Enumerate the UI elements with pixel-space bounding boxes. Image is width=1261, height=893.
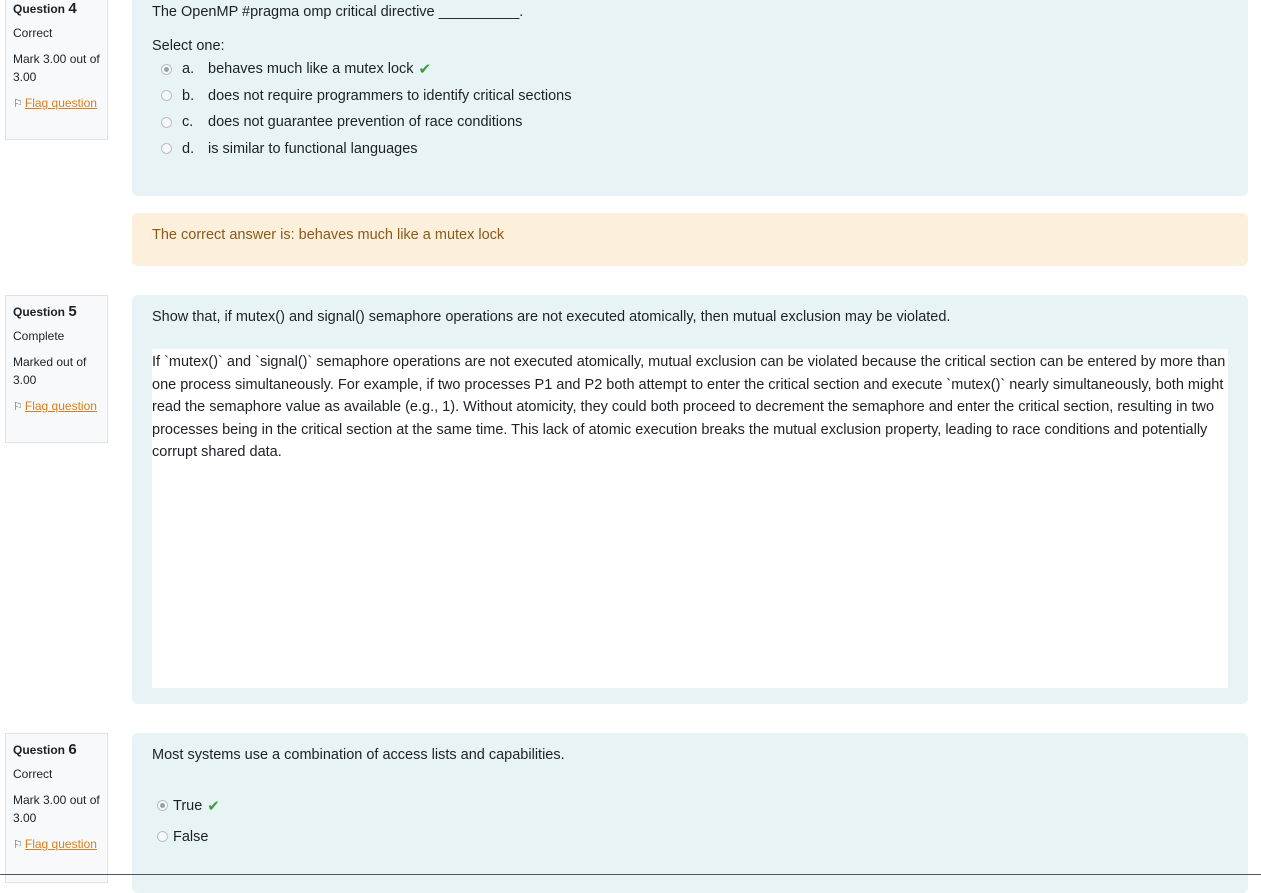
- radio-button[interactable]: [161, 63, 172, 75]
- option-letter: b.: [182, 87, 195, 104]
- question-grade: Mark 3.00 out of 3.00: [13, 793, 100, 825]
- flag-icon: ⚐: [13, 98, 23, 110]
- flag-question-link[interactable]: ⚐ Flag question: [13, 835, 100, 854]
- question-text: The OpenMP #pragma omp critical directiv…: [152, 4, 524, 20]
- question-text: Show that, if mutex() and signal() semap…: [152, 309, 951, 325]
- select-one-label: Select one:: [152, 38, 225, 54]
- bottom-divider: [0, 874, 1261, 875]
- correct-answer-feedback: The correct answer is: behaves much like…: [132, 213, 1248, 266]
- question-number: Question 5: [13, 303, 77, 320]
- option-label: False: [173, 828, 209, 845]
- check-mark-icon: ✔: [418, 61, 432, 79]
- answer-option-false[interactable]: False: [152, 821, 1228, 852]
- answer-option-c[interactable]: c. does not guarantee prevention of race…: [152, 109, 1228, 136]
- option-letter: d.: [182, 140, 195, 157]
- flag-icon: ⚐: [13, 401, 23, 413]
- question-state: Complete: [13, 329, 65, 343]
- radio-button[interactable]: [161, 116, 172, 128]
- radio-button[interactable]: [161, 143, 172, 155]
- flag-question-link[interactable]: ⚐ Flag question: [13, 397, 100, 416]
- answer-option-true[interactable]: True ✔: [152, 790, 1228, 821]
- essay-answer-text[interactable]: If `mutex()` and `signal()` semaphore op…: [152, 349, 1228, 688]
- option-label: does not require programmers to identify…: [208, 87, 572, 104]
- radio-button[interactable]: [157, 831, 168, 842]
- option-label: True: [173, 797, 203, 814]
- question-grade: Marked out of 3.00: [13, 355, 87, 387]
- flag-question-link[interactable]: ⚐ Flag question: [13, 94, 100, 113]
- question-formulation-6: Most systems use a combination of access…: [132, 733, 1248, 893]
- option-letter: c.: [182, 114, 194, 131]
- question-info-6: Question 6 Correct Mark 3.00 out of 3.00…: [5, 733, 108, 883]
- question-text: Most systems use a combination of access…: [152, 747, 565, 763]
- answer-option-b[interactable]: b. does not require programmers to ident…: [152, 83, 1228, 110]
- question-grade: Mark 3.00 out of 3.00: [13, 52, 100, 84]
- question-number: Question 6: [13, 741, 77, 758]
- question-state: Correct: [13, 767, 53, 781]
- question-info-5: Question 5 Complete Marked out of 3.00 ⚐…: [5, 295, 108, 443]
- radio-button[interactable]: [161, 90, 172, 102]
- answer-option-a[interactable]: a. behaves much like a mutex lock ✔: [152, 56, 1228, 83]
- option-label: behaves much like a mutex lock: [208, 61, 414, 78]
- option-label: does not guarantee prevention of race co…: [208, 114, 523, 131]
- check-mark-icon: ✔: [207, 797, 220, 815]
- option-letter: a.: [182, 61, 195, 78]
- radio-button[interactable]: [157, 800, 168, 811]
- flag-icon: ⚐: [13, 839, 23, 851]
- question-info-4: Question 4 Correct Mark 3.00 out of 3.00…: [5, 0, 108, 140]
- question-formulation-4: The OpenMP #pragma omp critical directiv…: [132, 0, 1248, 196]
- question-number: Question 4: [13, 0, 77, 17]
- answer-option-d[interactable]: d. is similar to functional languages: [152, 136, 1228, 163]
- question-state: Correct: [13, 26, 53, 40]
- option-label: is similar to functional languages: [208, 140, 418, 157]
